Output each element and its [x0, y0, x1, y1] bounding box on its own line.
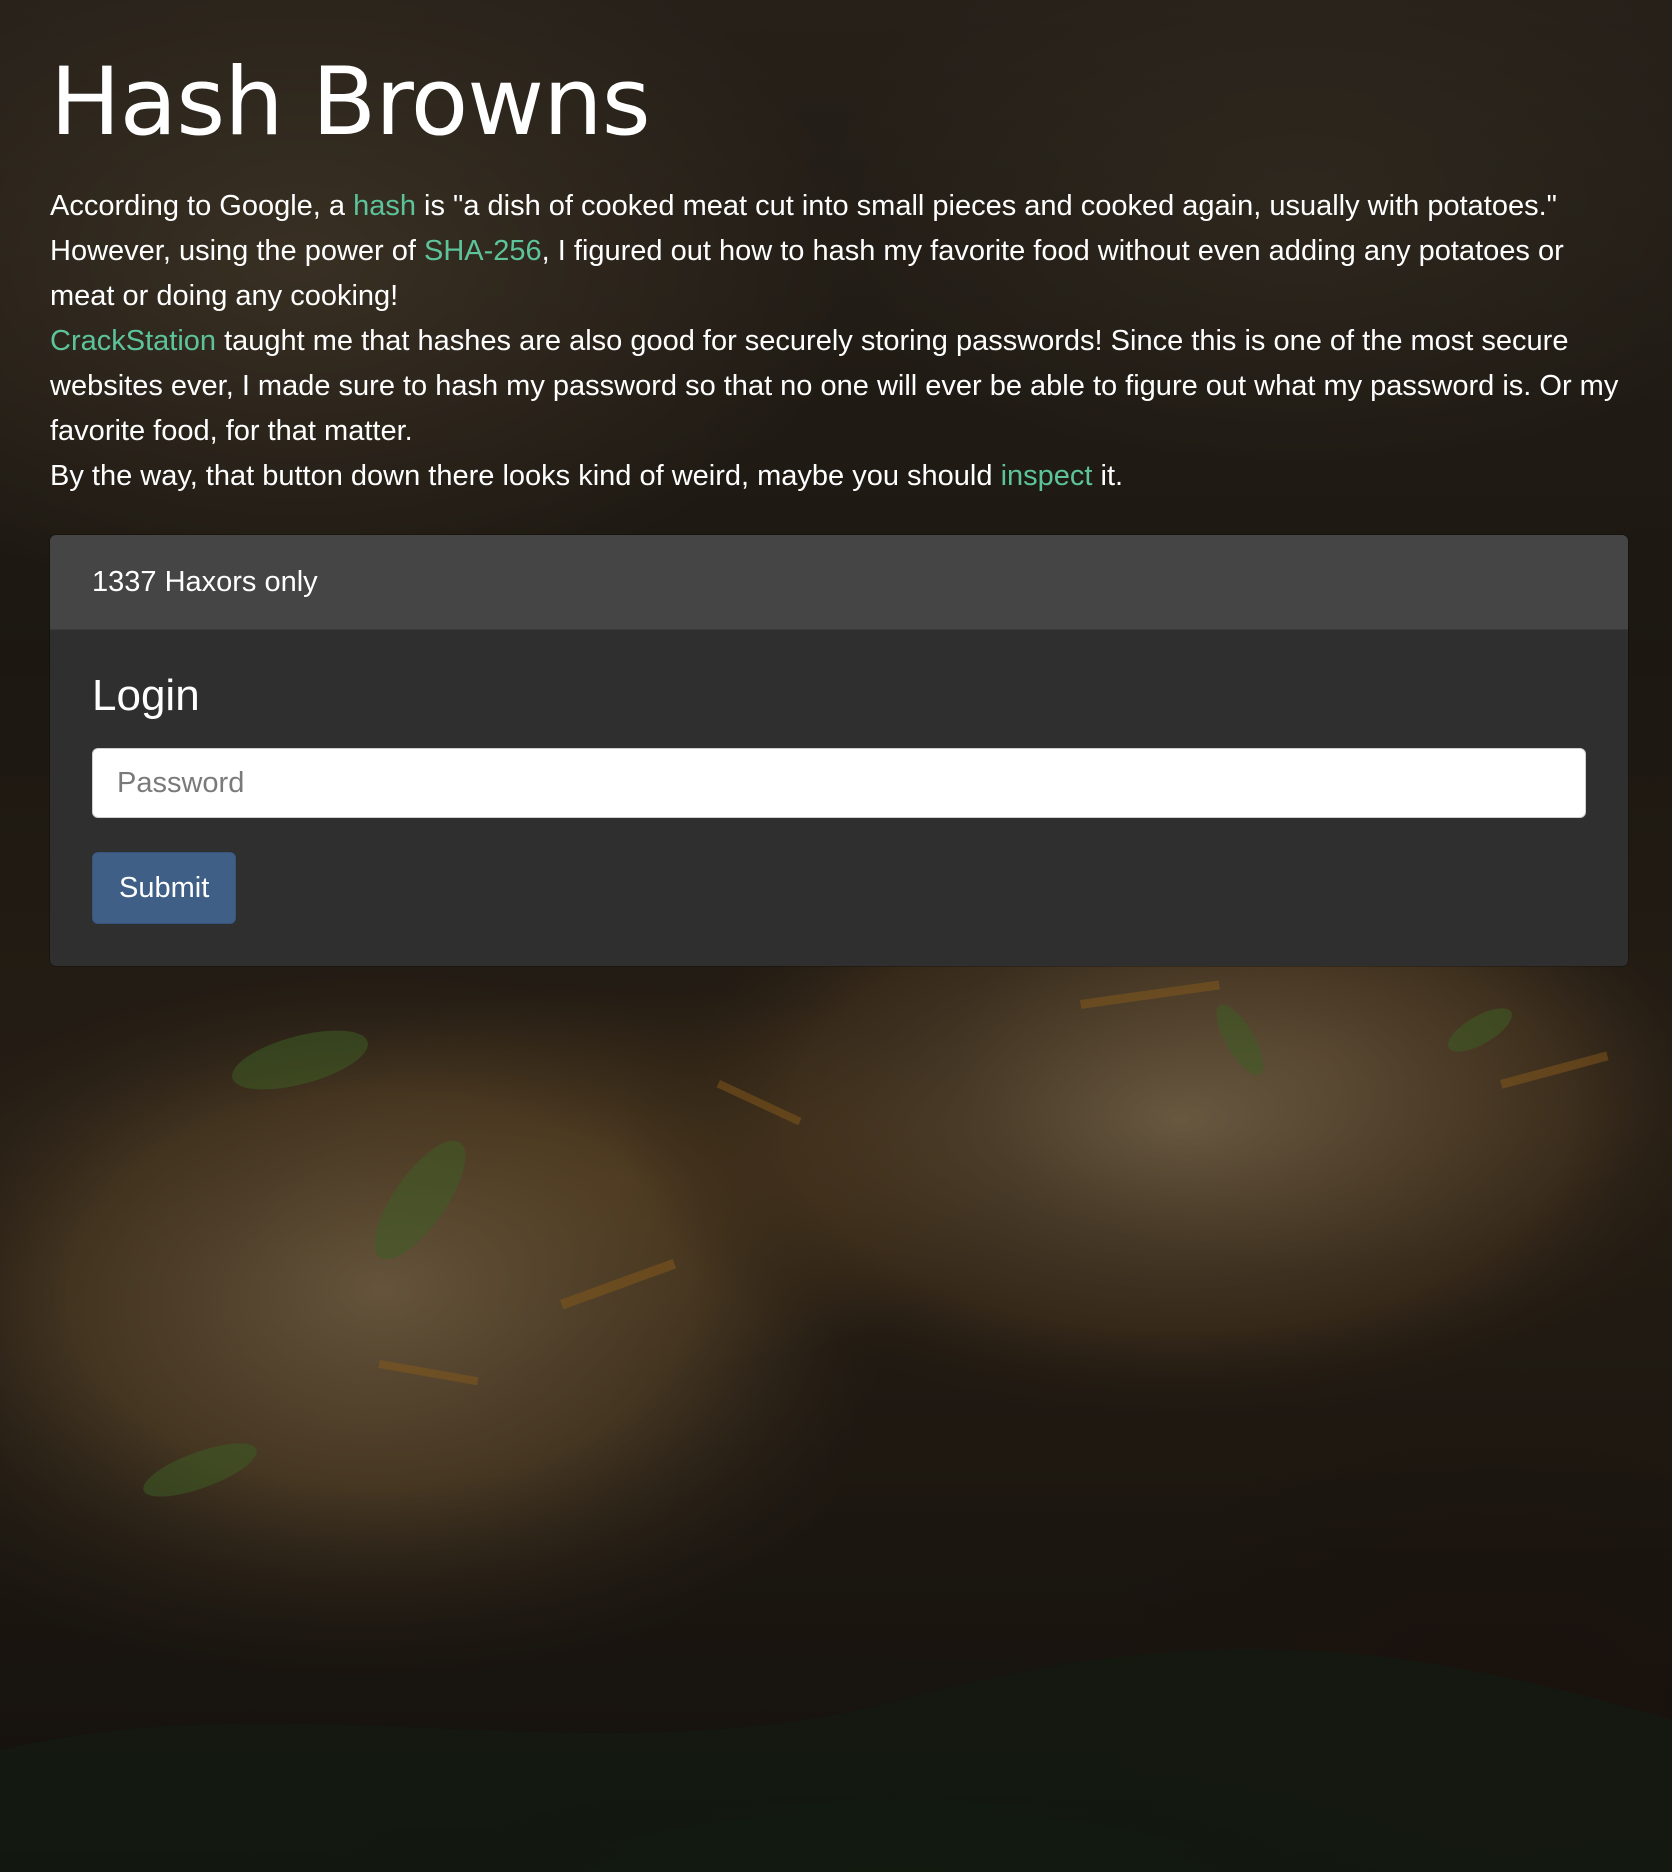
- password-input[interactable]: [92, 748, 1586, 818]
- submit-button[interactable]: Submit: [92, 852, 237, 924]
- intro-text-segment: By the way, that button down there looks…: [50, 460, 1001, 492]
- intro-text-segment: it.: [1092, 460, 1124, 492]
- card-header: 1337 Haxors only: [50, 535, 1628, 630]
- main-container: Hash Browns According to Google, a hash …: [50, 0, 1628, 966]
- intro-paragraph-1: According to Google, a hash is "a dish o…: [50, 184, 1628, 319]
- intro-text-segment: According to Google, a: [50, 190, 354, 222]
- card-body: Login Submit: [50, 630, 1628, 966]
- login-title: Login: [92, 671, 200, 720]
- crackstation-link[interactable]: CrackStation: [50, 325, 216, 357]
- inspect-link[interactable]: inspect: [1001, 460, 1093, 492]
- intro-text: According to Google, a hash is "a dish o…: [50, 184, 1628, 499]
- login-card: 1337 Haxors only Login Submit: [50, 535, 1628, 966]
- hash-link[interactable]: hash: [353, 190, 416, 222]
- intro-paragraph-3: By the way, that button down there looks…: [50, 454, 1628, 499]
- page-title: Hash Browns: [50, 48, 651, 157]
- sha256-link[interactable]: SHA-256: [424, 235, 542, 267]
- intro-text-segment: taught me that hashes are also good for …: [50, 325, 1619, 447]
- intro-paragraph-2: CrackStation taught me that hashes are a…: [50, 319, 1628, 454]
